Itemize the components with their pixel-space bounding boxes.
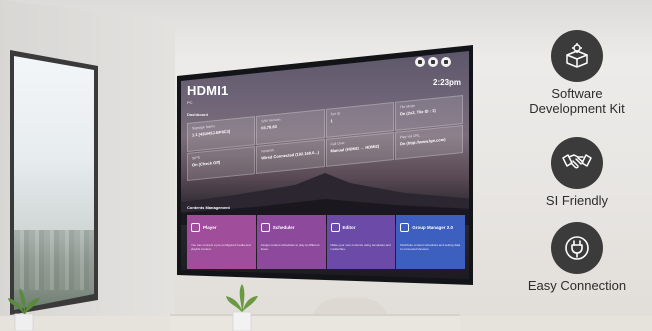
tile-name: Editor — [342, 225, 356, 231]
group-manager-icon — [400, 223, 410, 233]
editor-icon — [330, 223, 340, 233]
tile-desc: Distribute content schedules and setting… — [400, 243, 461, 251]
feature-icon-circle — [551, 137, 603, 189]
plant-center-icon — [226, 284, 258, 331]
plant-left-icon — [8, 288, 40, 331]
tv-top-icons — [415, 57, 451, 67]
tv-clock: 2:23pm — [433, 78, 462, 87]
tv-input-title: HDMI1 — [187, 83, 229, 98]
tile-editor[interactable]: Editor Make your own contents using temp… — [326, 215, 396, 269]
tile-name: Player — [203, 225, 217, 231]
table — [170, 314, 460, 331]
feature-icon-circle — [551, 222, 603, 274]
tile-group-manager[interactable]: Group Manager 2.0 Distribute content sch… — [396, 215, 465, 269]
tile-name: Group Manager 2.0 — [412, 225, 454, 231]
tv-lock-icon[interactable] — [415, 57, 425, 67]
tv-content-tiles: Player You can connect a pre-configured … — [187, 215, 465, 269]
tv-input-subtitle: PC — [187, 100, 193, 105]
feature-label: SI Friendly — [545, 193, 609, 208]
tv-settings-icon[interactable] — [441, 57, 451, 67]
window-cityscape — [14, 230, 94, 290]
feature-label: Software Development Kit — [529, 86, 625, 116]
box-gear-icon — [566, 43, 588, 68]
power-plug-icon — [565, 236, 589, 260]
tile-name: Scheduler — [272, 225, 295, 231]
tile-player[interactable]: Player You can connect a pre-configured … — [187, 215, 256, 269]
tile-desc: Assign content schedules to play at diff… — [260, 243, 320, 251]
feature-label: Easy Connection — [527, 278, 627, 293]
player-icon — [191, 223, 200, 233]
feature-sdk: Software Development Kit — [514, 30, 640, 116]
tv-refresh-icon[interactable] — [428, 57, 438, 67]
tv-contents-heading: Contents Management — [187, 205, 230, 210]
scheduler-icon — [260, 223, 270, 233]
tv-dashboard-heading: Dashboard — [187, 112, 208, 117]
tile-desc: Make your own contents using templates a… — [330, 243, 391, 251]
tile-desc: You can connect a pre-configured media a… — [191, 243, 251, 251]
tv-display: HDMI1 PC 2:23pm Dashboard Signage Name 1… — [177, 45, 473, 285]
tile-scheduler[interactable]: Scheduler Assign content schedules to pl… — [256, 215, 326, 269]
handshake-icon — [562, 154, 592, 169]
feature-si-friendly: SI Friendly — [514, 137, 640, 208]
feature-icon-circle — [551, 30, 603, 82]
feature-easy-connection: Easy Connection — [514, 222, 640, 293]
tv-screen: HDMI1 PC 2:23pm Dashboard Signage Name 1… — [181, 51, 469, 279]
